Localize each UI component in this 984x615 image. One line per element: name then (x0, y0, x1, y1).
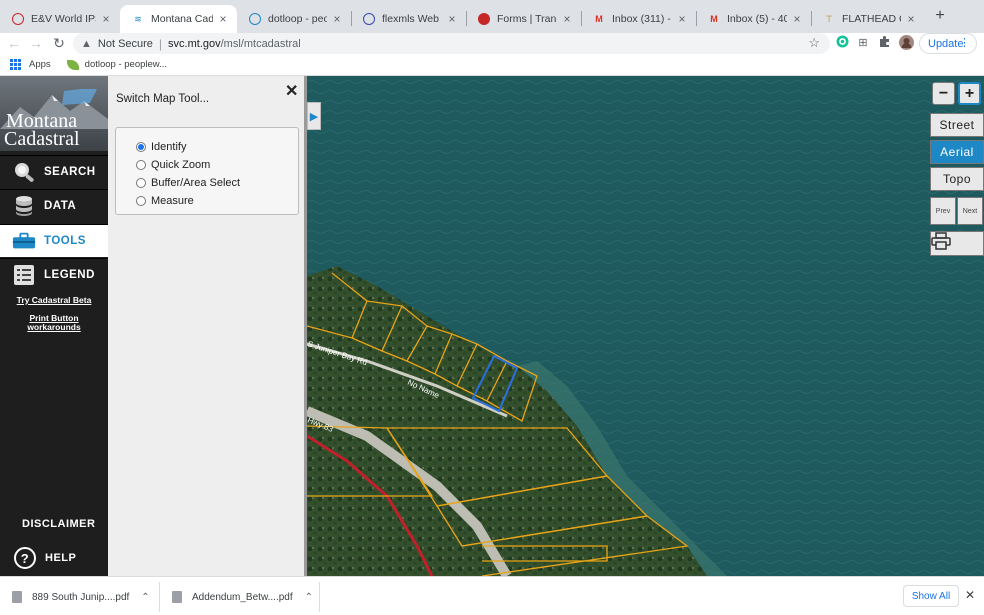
database-icon (12, 195, 36, 217)
profile-avatar[interactable] (898, 35, 914, 51)
map-view[interactable]: S Juniper Bay Rd No Name Hwy 83 ▶ − + St… (307, 76, 984, 576)
collapse-panel-arrow-icon[interactable]: ▶ (307, 102, 321, 130)
dotloop-icon (249, 13, 261, 25)
bookmarks-bar: Apps dotloop - peoplew... (0, 54, 984, 76)
nav-help[interactable]: ? HELP (0, 544, 108, 572)
prev-extent-button[interactable]: Prev (930, 197, 956, 225)
address-host: svc.mt.gov (168, 37, 221, 50)
close-icon[interactable]: × (905, 12, 917, 26)
close-icon[interactable]: ✕ (965, 588, 975, 602)
tab-forms[interactable]: Forms | Transactio × (466, 5, 581, 33)
search-magnifier-icon (12, 161, 36, 183)
close-icon[interactable]: × (561, 12, 573, 26)
download-item[interactable]: 889 South Junip....pdf ⌃ (0, 582, 160, 612)
layer-topo-button[interactable]: Topo (930, 167, 984, 191)
address-bar[interactable]: ▲ Not Secure | svc.mt.gov /msl/mtcadastr… (73, 33, 830, 54)
radio-measure[interactable] (136, 196, 146, 206)
try-beta-link[interactable]: Try Cadastral Beta (0, 296, 108, 305)
close-icon[interactable]: × (676, 12, 688, 26)
option-buffer-area-select[interactable]: Buffer/Area Select (136, 174, 298, 192)
close-icon[interactable]: × (331, 12, 343, 26)
close-icon[interactable]: × (791, 12, 803, 26)
chevron-up-icon[interactable]: ⌃ (141, 592, 149, 603)
gmail-icon: M (710, 14, 718, 24)
nav-tools[interactable]: TOOLS (0, 224, 108, 257)
switch-map-tool-panel: Switch Map Tool... ✕ Identify Quick Zoom… (108, 76, 304, 576)
address-path: /msl/mtcadastral (220, 37, 301, 50)
montana-cadastral-logo: Montana Cadastral (0, 76, 108, 151)
bookmark-star-icon[interactable]: ☆ (808, 35, 820, 51)
close-icon[interactable]: × (217, 12, 229, 26)
option-quick-zoom[interactable]: Quick Zoom (136, 156, 298, 174)
radio-quick-zoom[interactable] (136, 160, 146, 170)
layer-aerial-button[interactable]: Aerial (930, 140, 984, 164)
bookmark-apps[interactable]: Apps (10, 59, 51, 70)
option-measure[interactable]: Measure (136, 192, 298, 210)
tab-ev-world[interactable]: E&V World IPS × (0, 5, 120, 33)
update-button[interactable]: Update ⋮ (919, 33, 977, 54)
legend-list-icon (12, 264, 36, 286)
apps-grid-icon (10, 59, 21, 70)
panel-title: Switch Map Tool... (116, 93, 210, 105)
flathead-icon: ⊤ (825, 13, 833, 24)
tab-montana-cadastral[interactable]: ≋ Montana Cadastra × (120, 5, 237, 33)
warning-icon: ▲ (81, 37, 92, 50)
chevron-up-icon[interactable]: ⌃ (305, 592, 313, 603)
forward-icon[interactable]: → (27, 34, 45, 52)
print-workarounds-link[interactable]: Print Button workarounds (0, 314, 108, 332)
reload-icon[interactable]: ↻ (50, 34, 68, 52)
gmail-icon: M (595, 14, 603, 24)
pdf-file-icon (12, 591, 22, 603)
cadastral-app: Montana Cadastral SEARCH DATA TOOLS LEGE… (0, 76, 984, 576)
evworld-icon (12, 13, 24, 25)
printer-icon (931, 232, 951, 250)
tool-options: Identify Quick Zoom Buffer/Area Select M… (115, 127, 299, 215)
zoom-in-button[interactable]: + (958, 82, 981, 105)
back-icon[interactable]: ← (5, 34, 23, 52)
toolbox-icon (12, 230, 36, 252)
radio-identify[interactable] (136, 142, 146, 152)
menu-dots-icon: ⋮ (959, 37, 970, 49)
print-button[interactable] (930, 231, 984, 256)
flexmls-icon (363, 13, 375, 25)
download-item[interactable]: Addendum_Betw....pdf ⌃ (160, 582, 320, 612)
grammarly-icon[interactable] (834, 35, 850, 51)
downloads-bar: 889 South Junip....pdf ⌃ Addendum_Betw..… (0, 576, 984, 615)
extensions-puzzle-icon[interactable] (877, 35, 893, 51)
address-separator: | (158, 36, 163, 51)
nav-search[interactable]: SEARCH (0, 155, 108, 188)
left-nav: Montana Cadastral SEARCH DATA TOOLS LEGE… (0, 76, 108, 576)
new-tab-icon[interactable]: + (932, 8, 948, 24)
tab-strip: E&V World IPS × ≋ Montana Cadastra × dot… (0, 0, 984, 33)
security-label: Not Secure (97, 37, 153, 50)
nav-legend[interactable]: LEGEND (0, 258, 108, 291)
help-question-icon: ? (14, 547, 36, 569)
next-extent-button[interactable]: Next (957, 197, 983, 225)
tab-inbox-311[interactable]: M Inbox (311) - gina × (581, 5, 696, 33)
option-identify[interactable]: Identify (136, 138, 298, 156)
zoom-out-button[interactable]: − (932, 82, 955, 105)
tab-flexmls[interactable]: flexmls Web × (351, 5, 466, 33)
tab-flathead[interactable]: ⊤ FLATHEAD COUN × (811, 5, 925, 33)
extension-grid-icon[interactable]: ⊞ (855, 35, 871, 51)
nav-data[interactable]: DATA (0, 189, 108, 222)
browser-toolbar: ← → ↻ ▲ Not Secure | svc.mt.gov /msl/mtc… (0, 33, 984, 54)
show-all-button[interactable]: Show All (903, 585, 959, 607)
aerial-map-image: S Juniper Bay Rd No Name Hwy 83 (307, 76, 984, 576)
close-icon[interactable]: ✕ (285, 81, 298, 101)
pdf-file-icon (172, 591, 182, 603)
nav-disclaimer[interactable]: DISCLAIMER (0, 510, 108, 538)
tab-dotloop[interactable]: dotloop - peoplew × (237, 5, 351, 33)
radio-buffer-area-select[interactable] (136, 178, 146, 188)
close-icon[interactable]: × (100, 12, 112, 26)
tab-inbox-5[interactable]: M Inbox (5) - 406elli × (696, 5, 811, 33)
close-icon[interactable]: × (446, 12, 458, 26)
layer-street-button[interactable]: Street (930, 113, 984, 137)
cadastral-icon: ≋ (134, 13, 142, 24)
dotloop-leaf-icon (66, 59, 79, 70)
forms-icon (478, 13, 490, 25)
bookmark-dotloop[interactable]: dotloop - peoplew... (66, 59, 167, 70)
